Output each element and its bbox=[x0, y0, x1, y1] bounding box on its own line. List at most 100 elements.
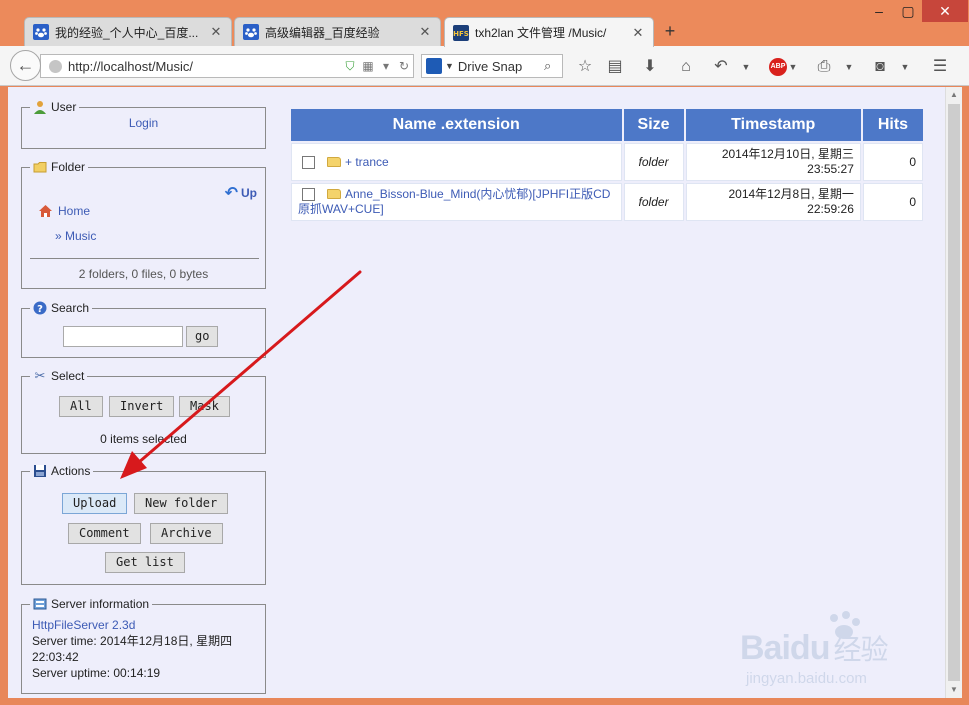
file-hits: 0 bbox=[862, 143, 923, 181]
baidu-paw-icon bbox=[33, 24, 49, 40]
search-input[interactable] bbox=[63, 326, 183, 347]
shield-icon[interactable]: ⛉ bbox=[341, 59, 359, 74]
menu-icon[interactable]: ☰ bbox=[929, 56, 951, 78]
tab-close-icon[interactable]: ✕ bbox=[631, 25, 645, 41]
new-tab-icon[interactable]: + bbox=[660, 21, 680, 41]
scroll-up-icon[interactable]: ▲ bbox=[946, 87, 962, 103]
reload-icon[interactable]: ↻ bbox=[395, 59, 413, 73]
folder-panel: Folder ↶ Up Home » Music 2 folders, 0 fi… bbox=[21, 160, 266, 289]
file-hits: 0 bbox=[862, 183, 923, 221]
upload-button[interactable]: Upload bbox=[62, 493, 128, 514]
baidu-paw-icon bbox=[243, 24, 259, 40]
watermark-brand: Bai bbox=[740, 629, 791, 667]
select-all-button[interactable]: All bbox=[59, 396, 103, 417]
chevron-down-icon[interactable]: ▼ bbox=[445, 61, 454, 71]
table-row[interactable]: Anne_Bisson-Blue_Mind(内心忧郁)[JPHFI正版CD原抓W… bbox=[291, 183, 923, 221]
column-header-timestamp[interactable]: Timestamp bbox=[685, 109, 861, 141]
new-folder-button[interactable]: New folder bbox=[134, 493, 229, 514]
up-arrow-icon: ↶ bbox=[224, 185, 238, 202]
tab-close-icon[interactable]: ✕ bbox=[418, 24, 432, 40]
column-header-name[interactable]: Name .extension bbox=[291, 109, 622, 141]
up-link[interactable]: ↶ Up bbox=[225, 183, 257, 203]
row-checkbox[interactable] bbox=[302, 156, 315, 170]
back-button[interactable]: ← bbox=[10, 50, 41, 81]
server-uptime: Server uptime: 00:14:19 bbox=[32, 666, 161, 680]
column-header-hits[interactable]: Hits bbox=[862, 109, 923, 141]
row-checkbox[interactable] bbox=[302, 188, 315, 202]
reading-list-icon[interactable]: ▤ bbox=[604, 56, 626, 78]
tab-2[interactable]: 高级编辑器_百度经验 ✕ bbox=[234, 17, 441, 46]
close-window-icon[interactable]: ✕ bbox=[922, 0, 968, 22]
minimize-icon[interactable]: – bbox=[864, 0, 894, 22]
column-header-size[interactable]: Size bbox=[623, 109, 684, 141]
search-go-button[interactable]: go bbox=[186, 326, 219, 347]
printer-icon[interactable]: ⎙ bbox=[813, 56, 835, 78]
chevron-down-icon[interactable]: ▼ bbox=[740, 58, 752, 76]
svg-text:HFS: HFS bbox=[453, 30, 469, 38]
search-engine-name: Drive Snap bbox=[457, 58, 523, 74]
chevron-down-icon[interactable]: ▼ bbox=[899, 58, 911, 76]
select-panel: ✂ Select All Invert Mask 0 items selecte… bbox=[21, 369, 266, 454]
scrollbar-thumb[interactable] bbox=[948, 104, 960, 681]
folder-legend: Folder bbox=[51, 160, 86, 174]
help-icon: ? bbox=[33, 301, 47, 315]
save-disk-icon bbox=[34, 465, 46, 477]
window-bottom-edge bbox=[0, 698, 969, 705]
search-panel: ? Search go bbox=[21, 301, 266, 358]
home-link-label[interactable]: Home bbox=[58, 204, 90, 218]
address-text[interactable]: http://localhost/Music/ bbox=[68, 59, 341, 74]
get-list-button[interactable]: Get list bbox=[105, 552, 185, 573]
tab-3-active[interactable]: HFS txh2lan 文件管理 /Music/ ✕ bbox=[444, 17, 654, 47]
chevron-down-icon[interactable]: ▼ bbox=[787, 58, 799, 76]
server-name-link[interactable]: HttpFileServer 2.3d bbox=[32, 618, 135, 632]
file-size: folder bbox=[623, 183, 684, 221]
download-icon[interactable]: ⬇ bbox=[639, 56, 661, 78]
server-legend: Server information bbox=[51, 597, 150, 611]
adblock-icon[interactable]: ABP bbox=[769, 58, 787, 76]
tab-2-label: 高级编辑器_百度经验 bbox=[265, 25, 380, 40]
table-row[interactable]: + trance folder 2014年12月10日, 星期三 23:55:2… bbox=[291, 143, 923, 181]
address-bar[interactable]: http://localhost/Music/ ⛉ ▦ ▾ ↻ bbox=[40, 54, 414, 78]
mask-button[interactable]: Mask bbox=[179, 396, 230, 417]
vertical-scrollbar[interactable]: ▲ ▼ bbox=[945, 87, 962, 698]
server-icon bbox=[33, 598, 47, 610]
home-icon[interactable]: ⌂ bbox=[675, 56, 697, 78]
folder-summary: 2 folders, 0 files, 0 bytes bbox=[78, 267, 209, 281]
folder-icon bbox=[327, 156, 341, 167]
user-panel: User Login bbox=[21, 100, 266, 149]
home-link[interactable]: Home bbox=[38, 204, 90, 218]
watermark-domain: jingyan.baidu.com bbox=[746, 670, 867, 687]
file-name-link[interactable]: Anne_Bisson-Blue_Mind(内心忧郁)[JPHFI正版CD原抓W… bbox=[298, 187, 610, 216]
browser-toolbar: http://localhost/Music/ ⛉ ▦ ▾ ↻ ← ▼ Driv… bbox=[0, 46, 969, 86]
file-time: 22:59:26 bbox=[807, 202, 854, 216]
server-time-label: Server time: 2014年12月18日, 星期四 bbox=[32, 634, 233, 648]
undo-icon[interactable]: ↶ bbox=[710, 56, 732, 78]
search-icon[interactable]: ⌕ bbox=[544, 58, 562, 74]
tab-1[interactable]: 我的经验_个人中心_百度... ✕ bbox=[24, 17, 232, 46]
camera-icon[interactable]: ◙ bbox=[869, 56, 891, 78]
file-table: Name .extension Size Timestamp Hits + tr… bbox=[289, 107, 925, 223]
watermark-suffix: du bbox=[789, 629, 831, 667]
browser-titlebar: 我的经验_个人中心_百度... ✕ 高级编辑器_百度经验 ✕ HFS txh2l… bbox=[0, 0, 969, 47]
search-bar[interactable]: ▼ Drive Snap ⌕ bbox=[421, 54, 563, 78]
login-link[interactable]: Login bbox=[129, 116, 158, 130]
actions-panel: Actions Upload New folder Comment Archiv… bbox=[21, 464, 266, 585]
up-link-label[interactable]: Up bbox=[241, 186, 257, 200]
search-engine-icon bbox=[426, 58, 442, 74]
current-folder-link[interactable]: » Music bbox=[55, 229, 96, 243]
archive-button[interactable]: Archive bbox=[150, 523, 223, 544]
file-name-link[interactable]: + trance bbox=[345, 155, 389, 169]
maximize-icon[interactable]: ▢ bbox=[893, 0, 923, 22]
qr-code-icon[interactable]: ▦ bbox=[359, 59, 377, 73]
dropdown-icon[interactable]: ▾ bbox=[377, 59, 395, 73]
chevron-down-icon[interactable]: ▼ bbox=[843, 58, 855, 76]
page-content: User Login Folder ↶ Up Home » Music 2 fo… bbox=[8, 87, 945, 698]
tab-close-icon[interactable]: ✕ bbox=[209, 24, 223, 40]
folder-icon bbox=[33, 162, 47, 173]
bookmark-star-icon[interactable]: ☆ bbox=[574, 56, 596, 78]
file-time: 23:55:27 bbox=[807, 162, 854, 176]
scroll-down-icon[interactable]: ▼ bbox=[946, 682, 962, 698]
table-header-row: Name .extension Size Timestamp Hits bbox=[291, 109, 923, 141]
comment-button[interactable]: Comment bbox=[68, 523, 141, 544]
invert-selection-button[interactable]: Invert bbox=[109, 396, 175, 417]
